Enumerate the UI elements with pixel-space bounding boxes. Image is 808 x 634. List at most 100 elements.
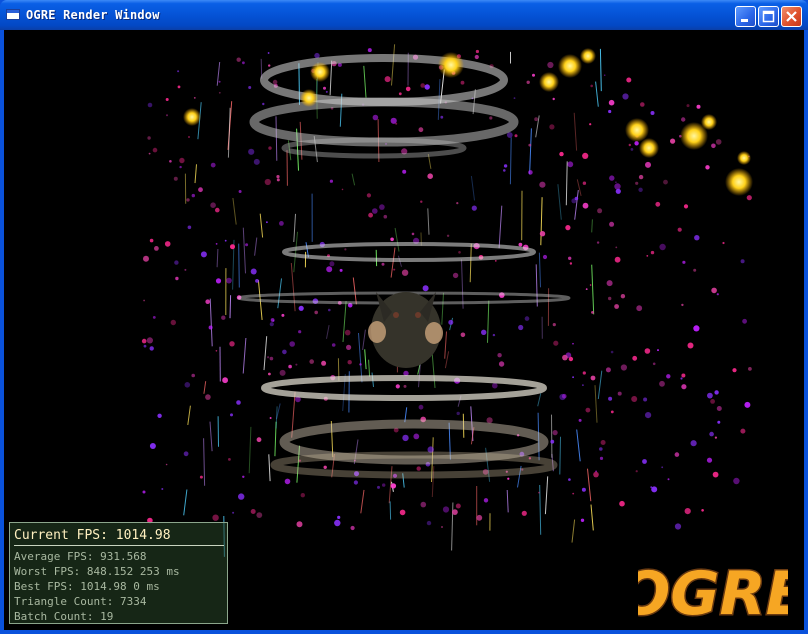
particle: [553, 340, 559, 346]
spark-streak: [591, 219, 593, 233]
particle: [582, 371, 586, 375]
spark-streak: [362, 329, 366, 350]
particle: [418, 404, 424, 410]
particle: [393, 268, 396, 271]
particle: [148, 152, 151, 155]
particle: [694, 235, 700, 241]
particle: [740, 428, 746, 434]
particle: [693, 325, 700, 332]
particle: [569, 262, 573, 265]
particle: [329, 179, 333, 183]
particle: [705, 165, 710, 170]
close-button[interactable]: [781, 6, 802, 27]
particle: [402, 434, 409, 442]
particle: [256, 512, 263, 518]
particle: [329, 261, 335, 267]
particle: [253, 158, 260, 165]
spark-streak: [254, 237, 258, 256]
spark-streak: [351, 173, 356, 186]
particle: [615, 188, 621, 194]
particle: [614, 183, 621, 190]
particle: [740, 259, 745, 264]
particle: [574, 196, 579, 201]
spark-streak: [275, 406, 278, 429]
particle: [456, 202, 459, 205]
particle: [596, 241, 600, 244]
title-bar[interactable]: OGRE Render Window: [0, 0, 808, 30]
particle: [593, 471, 599, 478]
particle: [212, 514, 219, 521]
best-fps: Best FPS: 1014.98 0 ms: [14, 580, 160, 593]
particle: [353, 480, 358, 485]
particle: [524, 316, 530, 321]
particle: [296, 521, 303, 528]
particle: [262, 102, 265, 106]
spark-streak: [352, 277, 357, 305]
particle: [674, 523, 682, 530]
spark-streak: [576, 429, 581, 462]
worst-fps: Worst FPS: 848.152 253 ms: [14, 565, 180, 578]
particle: [456, 411, 460, 416]
particle: [619, 500, 625, 507]
particle: [179, 165, 182, 169]
particle: [635, 181, 639, 185]
particle: [532, 73, 535, 77]
particle: [608, 396, 613, 401]
particle: [475, 49, 479, 54]
particle: [549, 124, 555, 130]
particle: [503, 164, 508, 168]
particle: [269, 417, 272, 419]
maximize-button[interactable]: [758, 6, 779, 27]
particle: [716, 406, 722, 411]
render-viewport[interactable]: Current FPS: 1014.98 Average FPS: 931.56…: [4, 30, 804, 630]
particle: [667, 478, 670, 481]
window-app-icon[interactable]: [6, 9, 20, 20]
particle: [325, 90, 328, 93]
particle: [187, 225, 192, 230]
spark-streak: [571, 519, 576, 543]
particle: [706, 457, 713, 463]
particle: [288, 364, 292, 369]
particle: [284, 478, 291, 485]
particle: [492, 382, 498, 389]
particle: [552, 323, 556, 327]
particle: [497, 353, 502, 358]
particle: [448, 319, 454, 325]
spark-streak: [368, 359, 371, 377]
particle: [238, 493, 245, 500]
particle: [518, 324, 524, 331]
particle: [281, 313, 285, 317]
particle: [552, 97, 555, 101]
particle: [670, 138, 676, 144]
particle: [538, 491, 540, 494]
particle: [644, 348, 651, 354]
particle: [460, 80, 465, 85]
particle: [266, 221, 268, 224]
particle: [709, 431, 714, 437]
particle: [528, 170, 533, 175]
particle: [186, 198, 190, 202]
particle: [492, 333, 496, 337]
particle: [205, 394, 211, 400]
minimize-button[interactable]: [735, 6, 756, 27]
particle: [507, 477, 510, 480]
particle: [347, 360, 352, 365]
particle: [559, 151, 564, 157]
spark-streak: [509, 137, 512, 185]
particle: [279, 369, 286, 376]
spark-streak: [389, 501, 392, 520]
spark-streak: [427, 208, 430, 235]
spark-streak: [591, 264, 595, 315]
spark-streak: [540, 197, 543, 246]
spark-streak: [587, 468, 592, 502]
ogre-window: OGRE Render Window Current FPS: 1014.98 …: [0, 0, 808, 634]
particle: [350, 525, 355, 531]
spark-streak: [544, 476, 549, 515]
particle: [328, 308, 331, 312]
particle: [403, 384, 407, 388]
average-fps: Average FPS: 931.568: [14, 550, 147, 563]
spark-streak: [557, 184, 562, 220]
particle: [440, 115, 444, 119]
smoke-rings: [237, 54, 571, 479]
particle: [346, 344, 352, 350]
